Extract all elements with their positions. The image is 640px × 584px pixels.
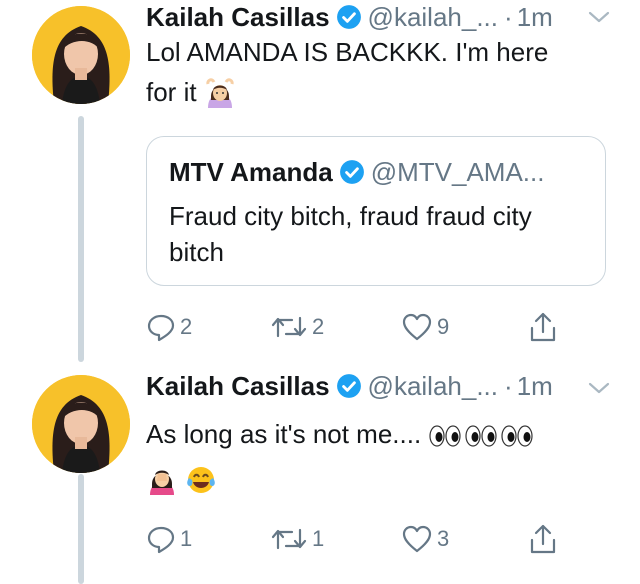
quoted-tweet-header: MTV Amanda @MTV_AMA... [169, 155, 544, 189]
tweet-text-line: for it [146, 72, 616, 112]
verified-badge-icon [339, 160, 364, 184]
like-count: 9 [437, 314, 450, 339]
tweet-text-fragment: for it [146, 77, 197, 107]
retweet-button[interactable]: 2 [270, 310, 324, 344]
retweet-icon [271, 316, 307, 338]
reply-icon [147, 526, 175, 554]
eyes-emoji-icon [429, 425, 534, 447]
reply-count: 1 [180, 526, 193, 551]
share-icon [530, 524, 556, 554]
share-icon [530, 312, 556, 342]
like-button[interactable]: 9 [401, 310, 449, 344]
retweet-count: 1 [312, 526, 325, 551]
tweet-text-line [146, 458, 616, 498]
chevron-down-icon[interactable] [588, 381, 610, 395]
separator-dot: · [504, 370, 513, 401]
tweet-header: Kailah Casillas @kailah_... · 1m [146, 369, 553, 403]
timestamp[interactable]: 1m [517, 2, 553, 33]
tweet-actions: 2 2 9 [146, 310, 576, 344]
author-handle[interactable]: @kailah_... [368, 2, 498, 33]
share-button[interactable] [528, 310, 558, 344]
tweet-text-line: Lol AMANDA IS BACKKK. I'm here [146, 37, 549, 67]
thread-line-top [78, 116, 84, 362]
separator-dot: · [504, 1, 513, 32]
face-with-tears-of-joy-emoji-icon [187, 467, 216, 494]
author-name[interactable]: Kailah Casillas [146, 371, 330, 402]
tweet-text: As long as it's not me.... [146, 414, 616, 498]
reply-button[interactable]: 2 [146, 310, 192, 344]
woman-facepalming-emoji-icon [150, 470, 174, 496]
chevron-down-icon[interactable] [588, 10, 610, 24]
heart-icon [402, 525, 432, 553]
retweet-button[interactable]: 1 [270, 522, 324, 556]
heart-icon [402, 313, 432, 341]
woman-gesturing-ok-emoji-icon [206, 78, 234, 109]
like-count: 3 [437, 526, 450, 551]
quoted-author-name: MTV Amanda [169, 156, 333, 187]
tweet-header: Kailah Casillas @kailah_... · 1m [146, 0, 553, 34]
tweet-actions: 1 1 3 [146, 522, 576, 556]
verified-badge-icon [336, 374, 361, 398]
retweet-icon [271, 528, 307, 550]
tweet-text-fragment: As long as it's not me.... [146, 419, 422, 449]
timestamp[interactable]: 1m [517, 371, 553, 402]
profile-photo-icon [32, 6, 130, 104]
like-button[interactable]: 3 [401, 522, 449, 556]
reply-count: 2 [180, 314, 193, 339]
thread-line-bottom [78, 474, 84, 584]
reply-button[interactable]: 1 [146, 522, 192, 556]
quoted-tweet[interactable]: MTV Amanda @MTV_AMA... Fraud city bitch,… [146, 136, 606, 286]
avatar[interactable] [32, 375, 130, 473]
avatar[interactable] [32, 6, 130, 104]
reply-icon [147, 314, 175, 342]
share-button[interactable] [528, 522, 558, 556]
tweet-text: Lol AMANDA IS BACKKK. I'm here for it [146, 32, 616, 112]
author-name[interactable]: Kailah Casillas [146, 2, 330, 33]
quoted-tweet-text: Fraud city bitch, fraud fraud city bitch [169, 201, 532, 267]
profile-photo-icon [32, 375, 130, 473]
verified-badge-icon [336, 5, 361, 29]
retweet-count: 2 [312, 314, 325, 339]
quoted-author-handle: @MTV_AMA... [370, 156, 545, 187]
tweet-text-line: As long as it's not me.... [146, 414, 616, 454]
author-handle[interactable]: @kailah_... [368, 371, 498, 402]
